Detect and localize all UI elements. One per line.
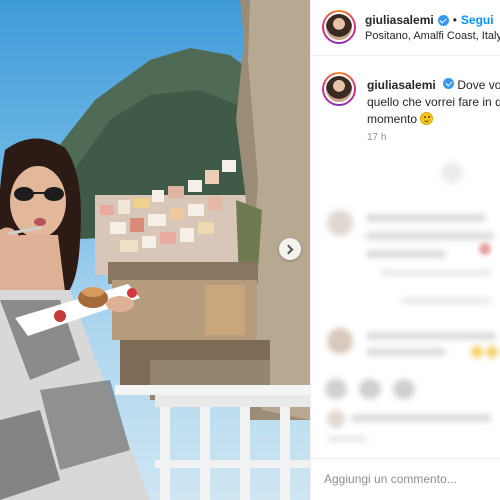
post-photo[interactable] xyxy=(0,0,310,500)
heart-icon xyxy=(479,243,491,255)
post-location[interactable]: Positano, Amalfi Coast, Italy xyxy=(365,30,500,42)
caption-text-line3: momento xyxy=(367,112,418,126)
comment-icon[interactable] xyxy=(359,379,381,399)
liker-avatar xyxy=(327,410,345,428)
likes-summary xyxy=(351,414,491,422)
verified-badge-icon xyxy=(437,14,449,26)
add-comment-bar xyxy=(311,458,500,500)
post-header: giuliasalemi • Segui Positano, Amalfi Co… xyxy=(311,0,500,56)
smiling-face-emoji-icon xyxy=(420,112,434,125)
post-details-panel: giuliasalemi • Segui Positano, Amalfi Co… xyxy=(310,0,500,500)
separator-dot: • xyxy=(452,13,457,27)
caption-text-line2: quello che vorrei fare in q xyxy=(367,95,500,109)
caption-avatar[interactable] xyxy=(322,72,356,106)
like-icon[interactable] xyxy=(325,379,347,399)
post-date xyxy=(327,436,367,442)
post-timestamp[interactable]: 17 h xyxy=(367,132,386,143)
comment-meta xyxy=(381,270,491,276)
comment-text-line xyxy=(366,232,494,240)
comment-text-line xyxy=(366,348,446,356)
author-username[interactable]: giuliasalemi xyxy=(365,13,434,27)
comment-text-line xyxy=(366,332,496,340)
caption-username[interactable]: giuliasalemi xyxy=(367,78,436,92)
loading-spinner-icon xyxy=(441,162,463,184)
post-actions xyxy=(311,375,500,405)
comment-text-line xyxy=(366,250,446,258)
verified-badge-icon xyxy=(443,78,455,89)
comment-text-line xyxy=(366,214,486,222)
share-icon[interactable] xyxy=(393,379,415,399)
follow-button[interactable]: Segui xyxy=(461,13,494,27)
caption-text-line1: Dove vorrei xyxy=(457,78,500,92)
next-photo-button[interactable] xyxy=(279,238,301,260)
emoji-icon xyxy=(486,346,498,358)
comment-avatar xyxy=(327,210,353,236)
view-replies-link xyxy=(401,298,491,304)
comment-avatar xyxy=(327,328,353,354)
emoji-icon xyxy=(471,346,483,358)
chevron-right-icon xyxy=(283,244,294,254)
add-comment-input[interactable] xyxy=(324,469,496,489)
author-avatar[interactable] xyxy=(322,10,356,44)
photo-illustration xyxy=(0,0,310,500)
